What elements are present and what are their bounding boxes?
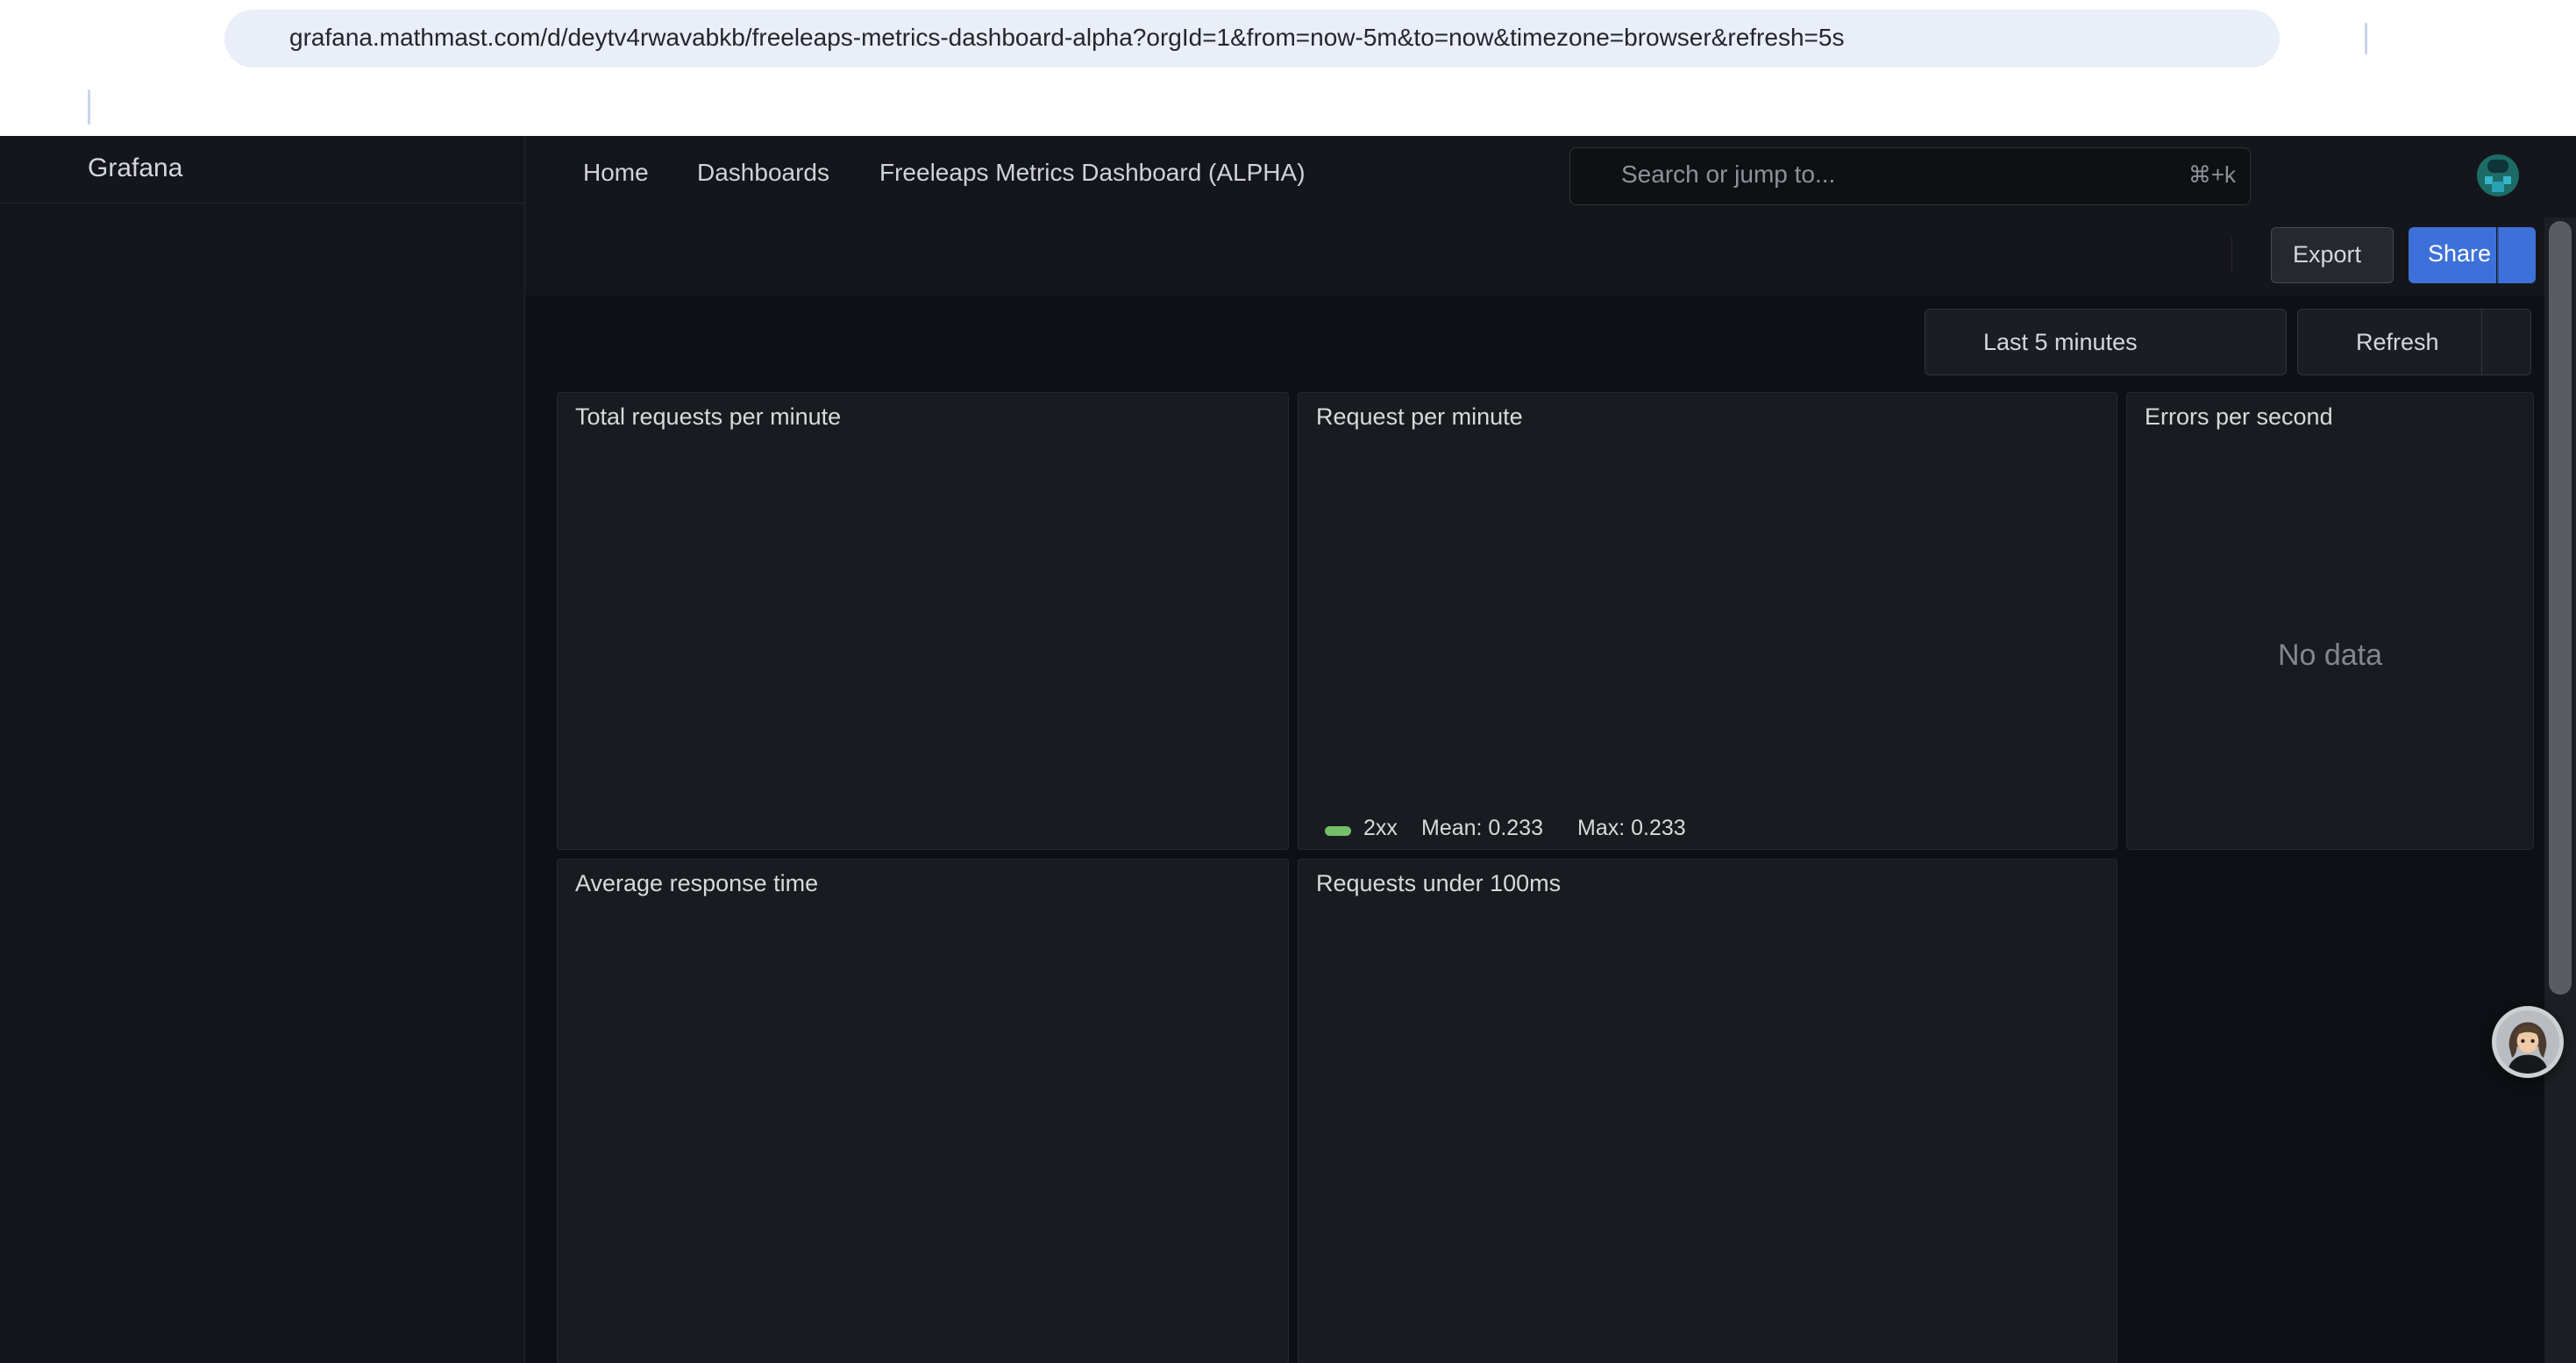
- panel-title[interactable]: Errors per second: [2145, 403, 2333, 431]
- refresh-icon: [2317, 329, 2345, 357]
- clock-icon: [1943, 329, 1971, 357]
- time-range-picker[interactable]: Last 5 minutes: [1925, 309, 2218, 375]
- breadcrumb-home[interactable]: Home: [583, 159, 649, 187]
- no-data-text: No data: [2127, 639, 2533, 673]
- request-per-minute-chart: [1299, 393, 2117, 849]
- sidebar-header: Grafana: [0, 136, 524, 203]
- zoom-out-button[interactable]: [2217, 309, 2287, 375]
- extensions-icon[interactable]: [2303, 23, 2335, 54]
- user-avatar[interactable]: [2477, 154, 2519, 196]
- refresh-label: Refresh: [2356, 329, 2439, 356]
- url-text: grafana.mathmast.com/d/deytv4rwavabkb/fr…: [289, 24, 1844, 52]
- screen: grafana.mathmast.com/d/deytv4rwavabkb/fr…: [0, 0, 2576, 1363]
- search-shortcut: ⌘+k: [2188, 161, 2236, 189]
- panel-title[interactable]: Request per minute: [1316, 403, 1523, 431]
- page-scrollbar-thumb[interactable]: [2549, 221, 2572, 995]
- time-range-label: Last 5 minutes: [1983, 329, 2138, 356]
- panel-title[interactable]: Requests under 100ms: [1316, 870, 1561, 897]
- dock-menu-icon[interactable]: [468, 155, 498, 185]
- downloads-icon[interactable]: [2397, 23, 2429, 54]
- refresh-chevron-icon: [2496, 333, 2517, 354]
- share-dropdown-button[interactable]: [2497, 227, 2536, 283]
- search-placeholder: Search or jump to...: [1621, 161, 1835, 189]
- share-button[interactable]: Share: [2409, 227, 2496, 283]
- apps-grid-icon[interactable]: [30, 92, 60, 122]
- series-max: Max: 0.233: [1577, 816, 1686, 841]
- breadcrumb-chevron-icon: [658, 164, 681, 187]
- toolbar-divider: [2365, 23, 2367, 54]
- browser-menu-icon[interactable]: [2527, 22, 2558, 54]
- main-area: Home Dashboards Freeleaps Metrics Dashbo…: [525, 136, 2576, 1363]
- search-input[interactable]: Search or jump to... ⌘+k: [1569, 147, 2251, 205]
- help-icon[interactable]: [2273, 161, 2302, 191]
- panel-under-100ms: Requests under 100ms: [1298, 859, 2117, 1363]
- sidebar: Grafana: [0, 136, 525, 1363]
- export-label: Export: [2293, 241, 2361, 268]
- assistant-avatar[interactable]: [2492, 1006, 2564, 1078]
- search-icon: [1586, 162, 1612, 189]
- total-requests-chart: [558, 393, 1288, 849]
- actions-divider: [2231, 238, 2232, 273]
- breadcrumb-current: Freeleaps Metrics Dashboard (ALPHA): [879, 159, 1306, 187]
- assistant-girl-illustration: [2496, 1010, 2559, 1074]
- panel-title[interactable]: Total requests per minute: [575, 403, 841, 431]
- panel-total-requests: Total requests per minute: [557, 392, 1289, 850]
- avg-response-chart: [558, 860, 1288, 1363]
- app-title: Grafana: [88, 153, 182, 183]
- export-button[interactable]: Export: [2271, 227, 2394, 283]
- back-icon[interactable]: [26, 23, 58, 54]
- address-bar[interactable]: grafana.mathmast.com/d/deytv4rwavabkb/fr…: [224, 10, 2280, 68]
- series-mean: Mean: 0.233: [1421, 816, 1543, 841]
- reload-icon[interactable]: [184, 23, 216, 54]
- kiosk-monitor-icon[interactable]: [2409, 161, 2439, 191]
- time-range-chevron-icon: [2182, 333, 2203, 354]
- under-100ms-chart: [1299, 860, 2117, 1363]
- zoom-out-icon: [2237, 328, 2266, 358]
- refresh-interval-button[interactable]: [2481, 309, 2531, 375]
- page-scrollbar-track: [2544, 218, 2576, 1363]
- breadcrumb-chevron-icon: [841, 164, 864, 187]
- series-pill: [1325, 826, 1351, 836]
- dashboard-canvas: Last 5 minutes Refresh Total requests pe…: [525, 296, 2576, 1363]
- series-name[interactable]: 2xx: [1363, 816, 1398, 841]
- keyboard-icon: [2117, 163, 2145, 191]
- bookmark-star-icon[interactable]: [2217, 24, 2246, 54]
- breadcrumb-dashboards[interactable]: Dashboards: [697, 159, 829, 187]
- share-label: Share: [2428, 240, 2491, 268]
- nav-header: Home Dashboards Freeleaps Metrics Dashbo…: [525, 136, 2576, 216]
- panel-avg-response-time: Average response time: [557, 859, 1289, 1363]
- panel-request-per-minute: Request per minute 2xx Mean: 0.233 Max: …: [1298, 392, 2117, 850]
- favorite-star-icon[interactable]: [2178, 240, 2208, 270]
- site-settings-icon[interactable]: [244, 25, 272, 53]
- export-chevron-icon: [2359, 246, 2380, 267]
- panel-title[interactable]: Average response time: [575, 870, 818, 897]
- profile-icon[interactable]: [2459, 21, 2494, 56]
- panel-errors-per-second: Errors per second No data: [2126, 392, 2534, 850]
- grafana-logo-icon[interactable]: [25, 146, 70, 192]
- share-chevron-icon: [2508, 245, 2529, 266]
- bookmarks-bar: [0, 77, 2576, 136]
- news-rss-icon[interactable]: [2341, 161, 2371, 191]
- forward-icon[interactable]: [105, 23, 137, 54]
- refresh-button[interactable]: Refresh: [2297, 309, 2482, 375]
- bookmarks-divider: [88, 89, 90, 125]
- browser-toolbar: grafana.mathmast.com/d/deytv4rwavabkb/fr…: [0, 0, 2576, 77]
- grafana-app: Grafana Home Dashboards Freeleaps Metric…: [0, 136, 2576, 1363]
- dashboard-actions-row: Export Share: [525, 215, 2576, 296]
